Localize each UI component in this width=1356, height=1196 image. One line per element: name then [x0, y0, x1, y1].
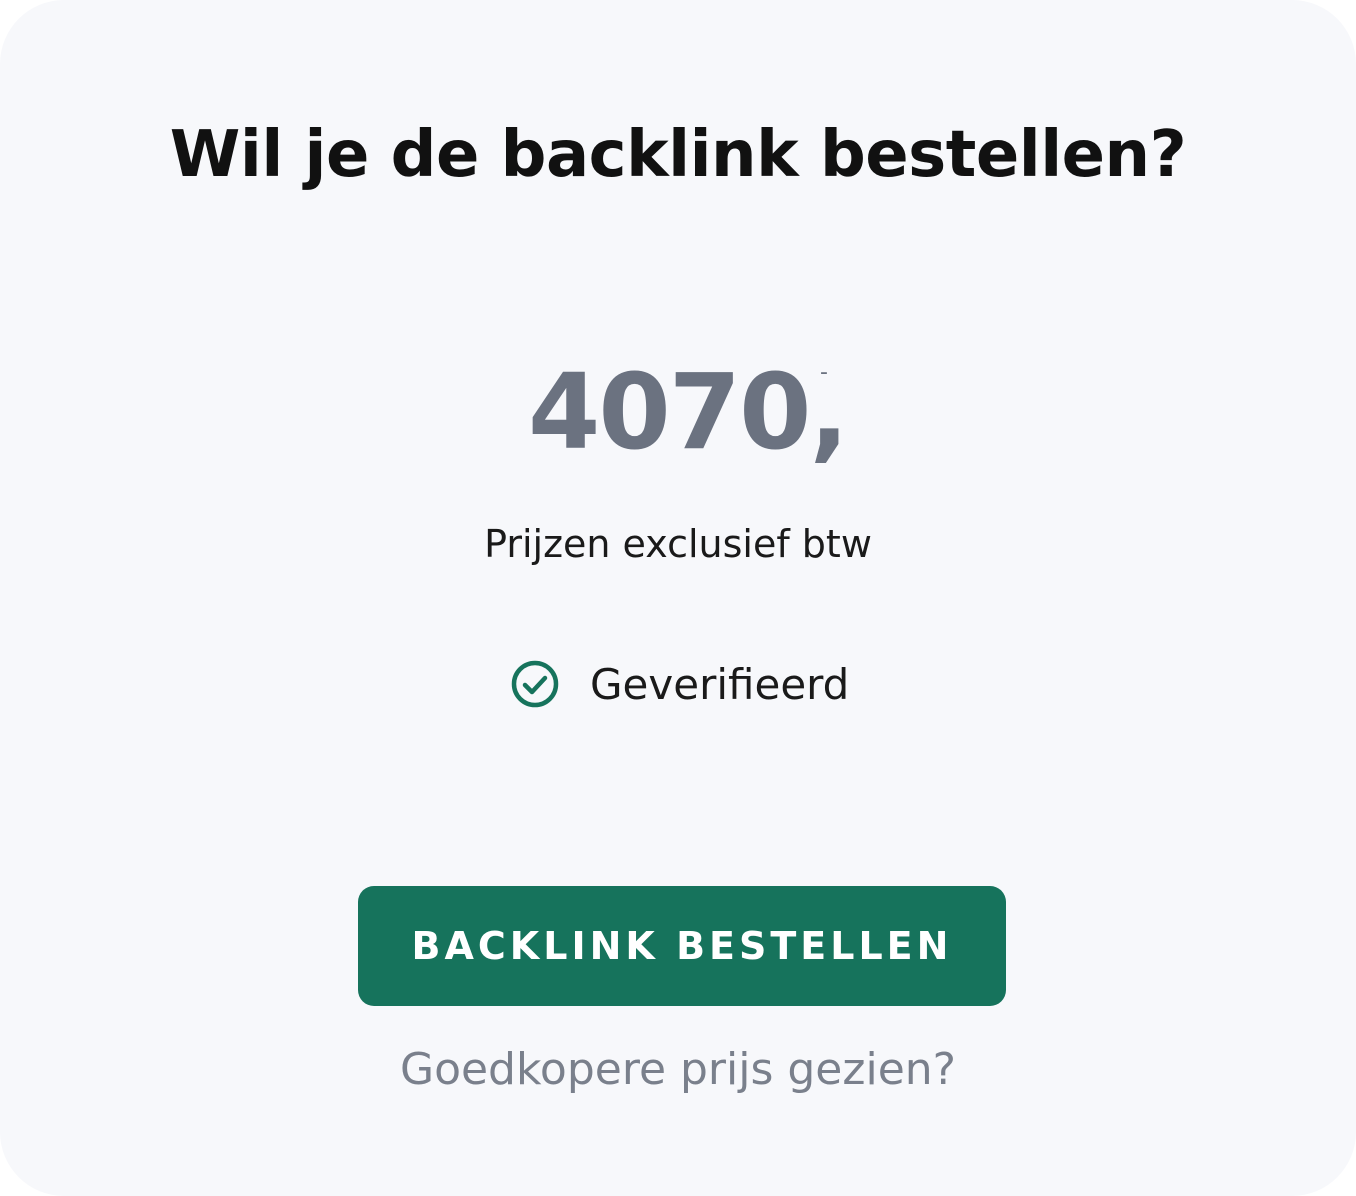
verified-label: Geverifieerd	[590, 659, 850, 709]
order-card: Wil je de backlink bestellen? 4070, - Pr…	[0, 0, 1356, 1196]
price-amount: 4070,	[528, 351, 849, 473]
vat-note: Prijzen exclusief btw	[484, 522, 872, 566]
price-suffix: -	[820, 360, 828, 385]
check-circle-icon	[511, 660, 559, 708]
order-backlink-button[interactable]: BACKLINK BESTELLEN	[358, 886, 1006, 1006]
verified-badge: Geverifieerd	[510, 656, 849, 712]
cheaper-price-link[interactable]: Goedkopere prijs gezien?	[0, 1044, 1356, 1095]
card-title: Wil je de backlink bestellen?	[169, 118, 1187, 192]
